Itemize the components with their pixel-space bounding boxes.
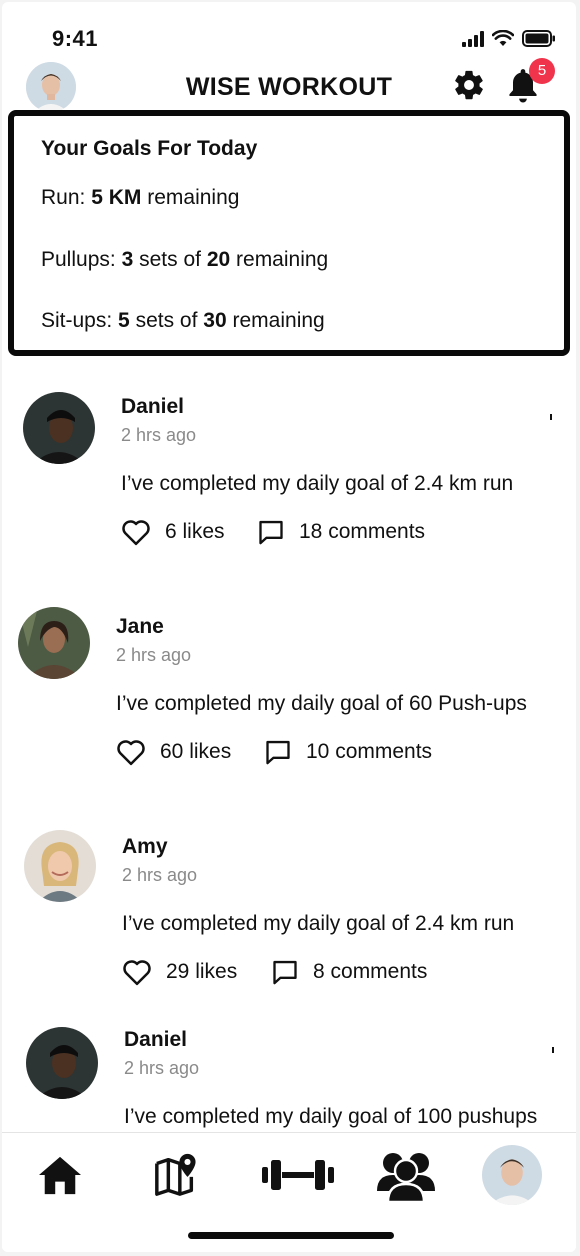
post-menu-handle[interactable] [552, 1047, 554, 1053]
post-author-name[interactable]: Daniel [124, 1028, 187, 1052]
comment-count: 8 comments [313, 960, 428, 983]
avatar-photo [23, 392, 95, 464]
comment-button[interactable]: 18 comments [257, 518, 425, 546]
map-icon [155, 1153, 196, 1196]
post-time: 2 hrs ago [122, 865, 198, 885]
like-count: 60 likes [160, 740, 232, 763]
dumbbell-icon [262, 1160, 334, 1190]
like-button[interactable]: 60 likes [116, 738, 231, 766]
comment-button[interactable]: 10 comments [264, 738, 432, 766]
feed-post: Jane 2 hrs ago I’ve completed my daily g… [2, 607, 576, 807]
avatar-photo [24, 830, 96, 902]
post-author-avatar[interactable] [24, 830, 96, 902]
goal-situps: Sit-ups: 5 sets of 30 remaining [41, 309, 325, 332]
cellular-signal-icon [462, 30, 484, 47]
goal-run: Run: 5 KM remaining [41, 186, 240, 209]
status-icons [462, 30, 556, 47]
like-button[interactable]: 6 likes [121, 518, 225, 546]
post-time: 2 hrs ago [116, 645, 192, 665]
post-time: 2 hrs ago [121, 425, 197, 445]
post-message: I’ve completed my daily goal of 2.4 km r… [122, 912, 515, 935]
like-count: 29 likes [166, 960, 238, 983]
wifi-icon [492, 30, 514, 46]
comment-icon [266, 740, 290, 765]
heart-icon [122, 520, 150, 546]
like-button[interactable]: 29 likes [122, 958, 237, 986]
feed-post: Daniel 2 hrs ago I’ve completed my daily… [2, 392, 576, 592]
battery-icon [522, 30, 555, 47]
home-icon [39, 1156, 81, 1195]
group-icon [377, 1153, 435, 1203]
status-time: 9:41 [52, 26, 99, 51]
nav-community[interactable] [374, 1147, 438, 1203]
notification-badge: 5 [529, 58, 555, 84]
post-author-name[interactable]: Jane [116, 615, 164, 639]
feed-post: Daniel 2 hrs ago I’ve completed my daily… [2, 1027, 576, 1128]
like-count: 6 likes [165, 520, 225, 543]
comment-count: 18 comments [299, 520, 426, 543]
avatar-photo [26, 1027, 98, 1099]
goals-title: Your Goals For Today [41, 137, 258, 160]
app-screen: 9:41 WISE WORKOUT 5 Your Goals For Today… [2, 2, 576, 1252]
post-author-name[interactable]: Daniel [121, 395, 184, 419]
nav-home[interactable] [32, 1147, 88, 1203]
daily-goals-card: Your Goals For Today Run: 5 KM remaining… [8, 110, 570, 356]
heart-icon [123, 960, 151, 986]
post-message: I’ve completed my daily goal of 60 Push-… [116, 692, 527, 715]
nav-workouts[interactable] [260, 1147, 336, 1203]
post-author-avatar[interactable] [26, 1027, 98, 1099]
app-title: WISE WORKOUT [185, 73, 393, 101]
comment-button[interactable]: 8 comments [271, 958, 427, 986]
comment-icon [273, 960, 297, 985]
post-time: 2 hrs ago [124, 1058, 200, 1078]
nav-map[interactable] [148, 1147, 204, 1203]
post-author-avatar[interactable] [18, 607, 90, 679]
gear-icon[interactable] [452, 68, 486, 102]
post-message: I’ve completed my daily goal of 2.4 km r… [121, 472, 514, 495]
heart-icon [117, 740, 145, 766]
nav-profile[interactable] [482, 1145, 542, 1205]
post-message: I’ve completed my daily goal of 100 push… [124, 1105, 538, 1128]
post-author-avatar[interactable] [23, 392, 95, 464]
comment-icon [259, 520, 283, 545]
post-menu-handle[interactable] [550, 414, 552, 420]
post-author-name[interactable]: Amy [122, 835, 168, 859]
comment-count: 10 comments [306, 740, 433, 763]
feed-post: Amy 2 hrs ago I’ve completed my daily go… [2, 830, 576, 1030]
profile-avatar [482, 1145, 542, 1205]
home-indicator [188, 1232, 394, 1239]
avatar-photo [18, 607, 90, 679]
goal-pullups: Pullups: 3 sets of 20 remaining [41, 248, 329, 271]
